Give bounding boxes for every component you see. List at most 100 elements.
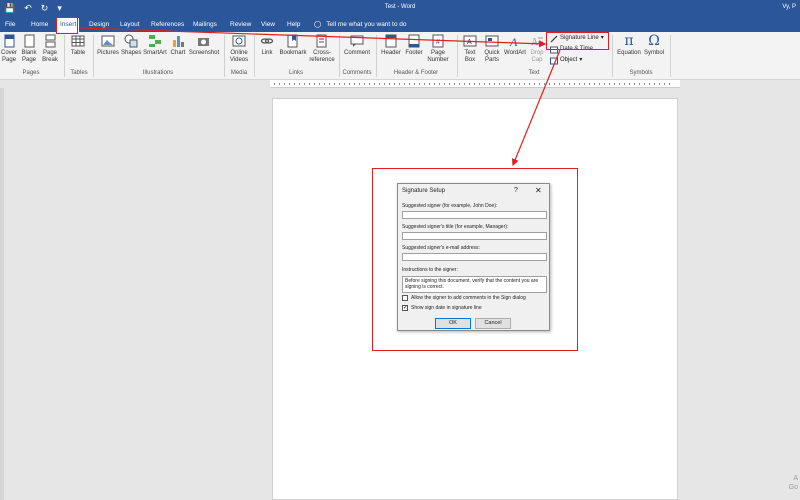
tab-mailings[interactable]: Mailings — [191, 19, 219, 31]
footer-label: Footer — [405, 50, 423, 56]
text-box-button[interactable]: A Text Box — [460, 34, 480, 64]
show-date-checkbox[interactable]: Show sign date in signature line — [402, 304, 482, 311]
blank-page-label: Blank Page — [21, 50, 37, 63]
ruler-tick — [434, 83, 435, 85]
tab-home[interactable]: Home — [29, 19, 50, 31]
page-number-button[interactable]: # Page Number — [427, 34, 449, 64]
tell-me-box[interactable]: ◯ Tell me what you want to do — [314, 19, 407, 31]
ruler-tick — [489, 83, 490, 85]
ruler-tick — [279, 83, 280, 85]
tab-review[interactable]: Review — [228, 19, 253, 31]
text-box-icon: A — [463, 35, 477, 47]
drop-cap-button[interactable]: A Drop Cap — [527, 34, 547, 64]
shapes-button[interactable]: Shapes — [121, 34, 141, 57]
ruler-tick — [424, 83, 425, 85]
screenshot-button[interactable]: Screenshot — [188, 34, 220, 57]
quick-parts-button[interactable]: Quick Parts — [481, 34, 503, 64]
signer-email-input[interactable] — [402, 253, 547, 261]
ruler-tick — [369, 83, 370, 85]
page-break-label: Page Break — [42, 50, 58, 63]
instructions-label: Instructions to the signer: — [402, 267, 458, 273]
ruler-tick — [289, 83, 290, 85]
ok-button[interactable]: OK — [435, 318, 471, 329]
tab-references[interactable]: References — [149, 19, 186, 31]
suggested-signer-input[interactable] — [402, 211, 547, 219]
tab-help[interactable]: Help — [285, 19, 302, 31]
tab-view[interactable]: View — [259, 19, 277, 31]
checkbox-unchecked[interactable] — [402, 295, 408, 301]
signer-title-input[interactable] — [402, 232, 547, 240]
blank-page-icon — [24, 34, 35, 48]
watermark-line-2: Go — [788, 484, 798, 491]
group-separator — [670, 35, 671, 77]
chevron-down-icon: ▾ — [579, 57, 583, 63]
checkbox-checked[interactable] — [402, 304, 408, 311]
footer-button[interactable]: Footer — [403, 34, 425, 57]
ruler-tick — [294, 83, 295, 85]
ruler-tick — [604, 83, 605, 85]
ruler-tick — [529, 83, 530, 85]
chart-button[interactable]: Chart — [169, 34, 187, 57]
cancel-button[interactable]: Cancel — [475, 318, 511, 329]
help-icon[interactable]: ? — [514, 187, 518, 194]
quick-parts-label: Quick Parts — [484, 50, 500, 63]
equation-label: Equation — [617, 50, 641, 56]
close-icon[interactable]: ✕ — [535, 186, 542, 195]
group-illustrations-label: Illustrations — [142, 70, 174, 76]
header-button[interactable]: Header — [379, 34, 403, 57]
horizontal-ruler[interactable] — [270, 80, 680, 88]
ruler-tick — [664, 83, 665, 85]
ruler-tick — [569, 83, 570, 85]
pictures-button[interactable]: Pictures — [96, 34, 120, 57]
group-media-label: Media — [230, 70, 248, 76]
ruler-tick — [274, 83, 275, 85]
wordart-button[interactable]: A WordArt — [503, 34, 527, 57]
watermark-line-1: A — [793, 475, 798, 482]
table-button[interactable]: Table — [68, 34, 88, 57]
ribbon-tabs: File Home Insert Design Layout Reference… — [0, 16, 800, 32]
bookmark-button[interactable]: Bookmark — [278, 34, 308, 57]
object-button[interactable]: Object ▾ — [550, 56, 582, 65]
ruler-tick — [599, 83, 600, 85]
online-videos-label: Online Videos — [229, 50, 249, 63]
equation-button[interactable]: π Equation — [615, 34, 643, 57]
ruler-tick — [399, 83, 400, 85]
symbol-button[interactable]: Ω Symbol — [643, 34, 665, 57]
online-videos-button[interactable]: Online Videos — [228, 34, 250, 64]
cover-page-button[interactable]: Cover Page — [0, 34, 18, 64]
ruler-tick — [549, 83, 550, 85]
screenshot-label: Screenshot — [188, 50, 220, 56]
drop-cap-label: Drop Cap — [530, 50, 544, 63]
ruler-tick — [564, 83, 565, 85]
ruler-tick — [394, 83, 395, 85]
ruler-tick — [354, 83, 355, 85]
ruler-tick — [474, 83, 475, 85]
bookmark-icon — [287, 34, 298, 48]
footer-icon — [408, 34, 420, 48]
user-name[interactable]: Vy, P — [782, 4, 796, 10]
comment-button[interactable]: Comment — [342, 34, 372, 57]
ruler-tick — [589, 83, 590, 85]
instructions-textarea[interactable]: Before signing this document, verify tha… — [402, 276, 547, 293]
smartart-button[interactable]: SmartArt — [142, 34, 168, 57]
smartart-label: SmartArt — [143, 50, 167, 56]
ruler-tick — [439, 83, 440, 85]
shapes-label: Shapes — [121, 50, 142, 56]
cross-reference-button[interactable]: Cross- reference — [309, 34, 335, 64]
tab-layout[interactable]: Layout — [118, 19, 142, 31]
allow-comments-checkbox[interactable]: Allow the signer to add comments in the … — [402, 295, 526, 301]
tab-file[interactable]: File — [3, 19, 17, 31]
page-break-button[interactable]: Page Break — [40, 34, 60, 64]
link-button[interactable]: Link — [257, 34, 277, 57]
ruler-tick — [404, 83, 405, 85]
ruler-tick — [639, 83, 640, 85]
ruler-tick — [494, 83, 495, 85]
page-number-label: Page Number — [427, 50, 449, 63]
svg-text:A: A — [509, 35, 518, 48]
quick-parts-icon — [485, 35, 499, 47]
ruler-tick — [364, 83, 365, 85]
group-symbols-label: Symbols — [629, 70, 653, 76]
tab-design[interactable]: Design — [87, 19, 111, 31]
blank-page-button[interactable]: Blank Page — [20, 34, 38, 64]
ruler-tick — [359, 83, 360, 85]
